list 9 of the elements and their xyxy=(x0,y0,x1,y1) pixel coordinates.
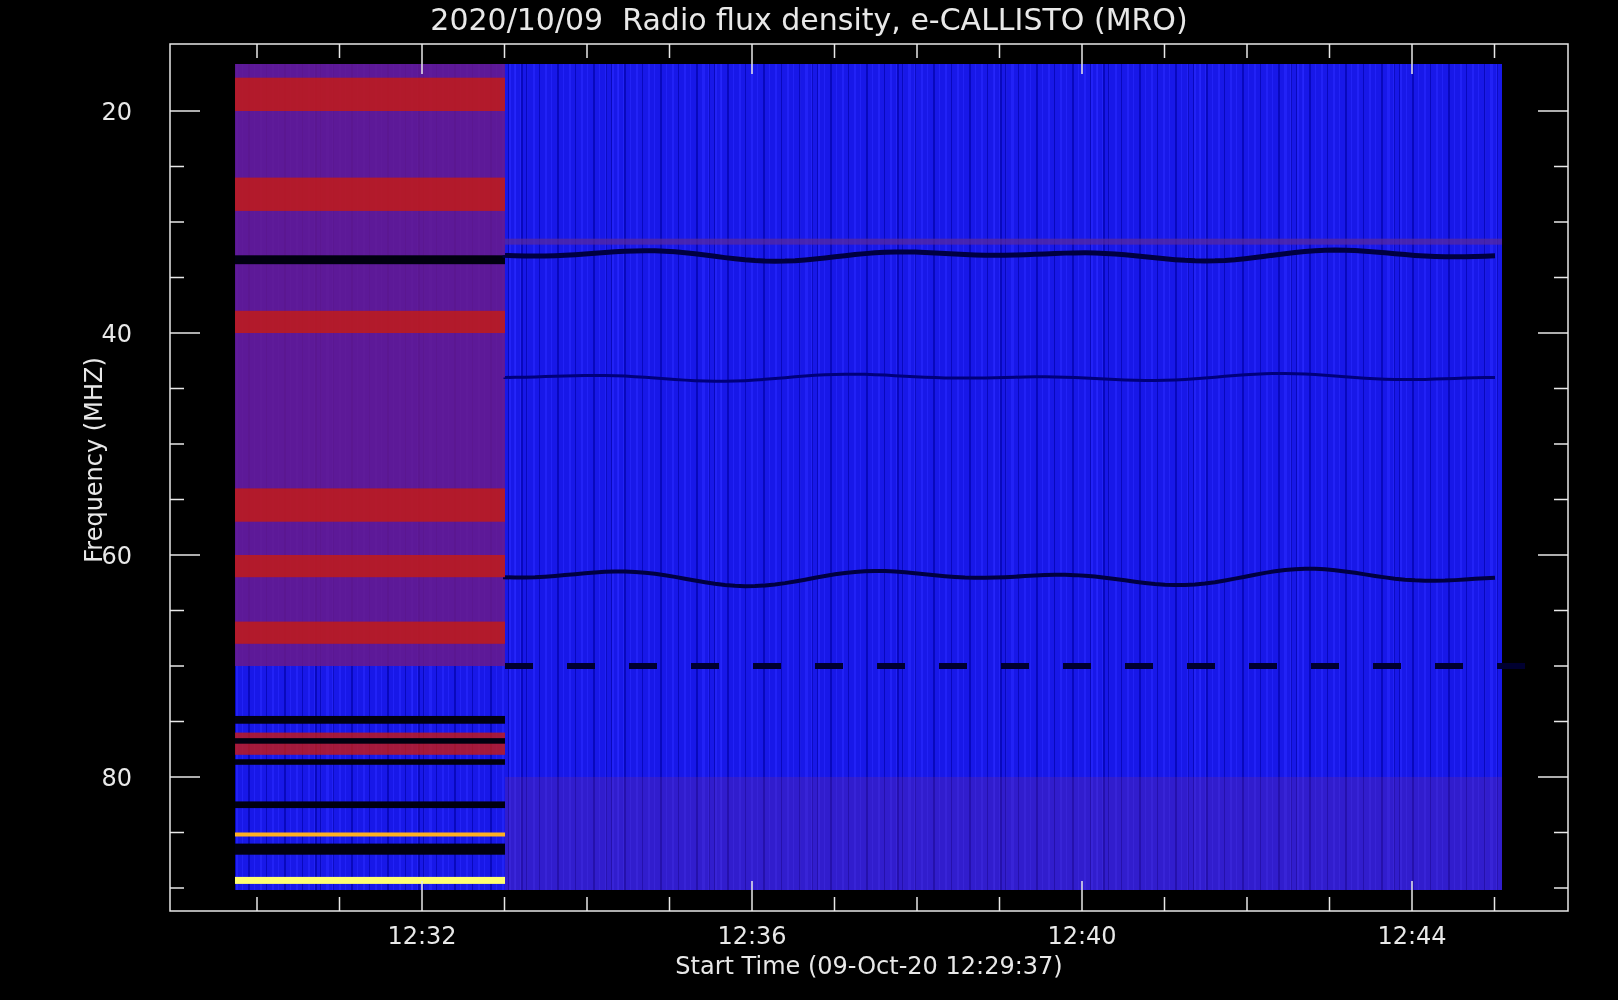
axis-tick-label: 12:44 xyxy=(1377,922,1447,950)
axis-tick-label: 20 xyxy=(101,98,132,126)
axis-tick-label: 12:40 xyxy=(1047,922,1117,950)
axis-title: Start Time (09-Oct-20 12:29:37) xyxy=(675,952,1063,980)
axis-tick-label: 12:36 xyxy=(717,922,787,950)
chart-title: 2020/10/09 Radio flux density, e-CALLISTO (MRO) xyxy=(430,1,1188,39)
axis-tick-label: 80 xyxy=(101,764,132,792)
axis-tick-label: 12:32 xyxy=(387,922,457,950)
axis-tick-label: 40 xyxy=(101,320,132,348)
